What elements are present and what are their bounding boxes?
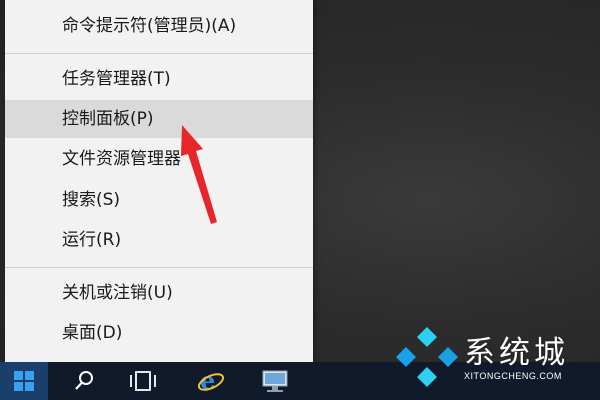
diamond-logo-icon — [396, 327, 458, 387]
menu-item-label: 关机或注销(U) — [62, 283, 173, 303]
menu-item-shutdown-signout[interactable]: 关机或注销(U) — [5, 274, 313, 312]
watermark-url: XITONGCHENG.COM — [464, 371, 562, 381]
menu-item-run[interactable]: 运行(R) — [5, 221, 313, 259]
watermark-title: 系统城 — [464, 335, 569, 371]
menu-item-label: 控制面板(P) — [62, 109, 154, 129]
menu-item-label: 运行(R) — [62, 230, 122, 250]
menu-divider — [5, 267, 313, 268]
menu-item-label: 任务管理器(T) — [62, 69, 171, 89]
menu-item-task-manager[interactable]: 任务管理器(T) — [5, 60, 313, 98]
task-view-icon — [130, 371, 156, 391]
task-view-button[interactable] — [118, 362, 168, 400]
start-button[interactable] — [0, 362, 48, 400]
menu-item-command-prompt-admin[interactable]: 命令提示符(管理员)(A) — [5, 7, 313, 45]
winx-context-menu: 命令提示符(管理员)(A) 任务管理器(T) 控制面板(P) 文件资源管理器 搜… — [5, 0, 313, 362]
menu-divider — [5, 53, 313, 54]
menu-item-label: 搜索(S) — [62, 190, 121, 210]
watermark: 系统城 XITONGCHENG.COM — [392, 323, 592, 389]
server-manager-button[interactable] — [250, 362, 300, 400]
menu-item-label: 命令提示符(管理员)(A) — [62, 16, 237, 36]
server-manager-icon — [262, 370, 288, 392]
windows-start-icon — [14, 371, 34, 391]
menu-item-label: 桌面(D) — [62, 323, 123, 343]
internet-explorer-button[interactable]: e — [186, 362, 236, 400]
menu-item-search[interactable]: 搜索(S) — [5, 181, 313, 219]
menu-item-control-panel[interactable]: 控制面板(P) — [5, 100, 313, 138]
taskbar-search-button[interactable] — [60, 362, 108, 400]
menu-item-label: 文件资源管理器 — [62, 149, 181, 169]
menu-item-desktop[interactable]: 桌面(D) — [5, 314, 313, 352]
menu-item-file-explorer[interactable]: 文件资源管理器 — [5, 140, 313, 178]
internet-explorer-icon: e — [197, 367, 225, 395]
search-icon — [75, 371, 93, 390]
